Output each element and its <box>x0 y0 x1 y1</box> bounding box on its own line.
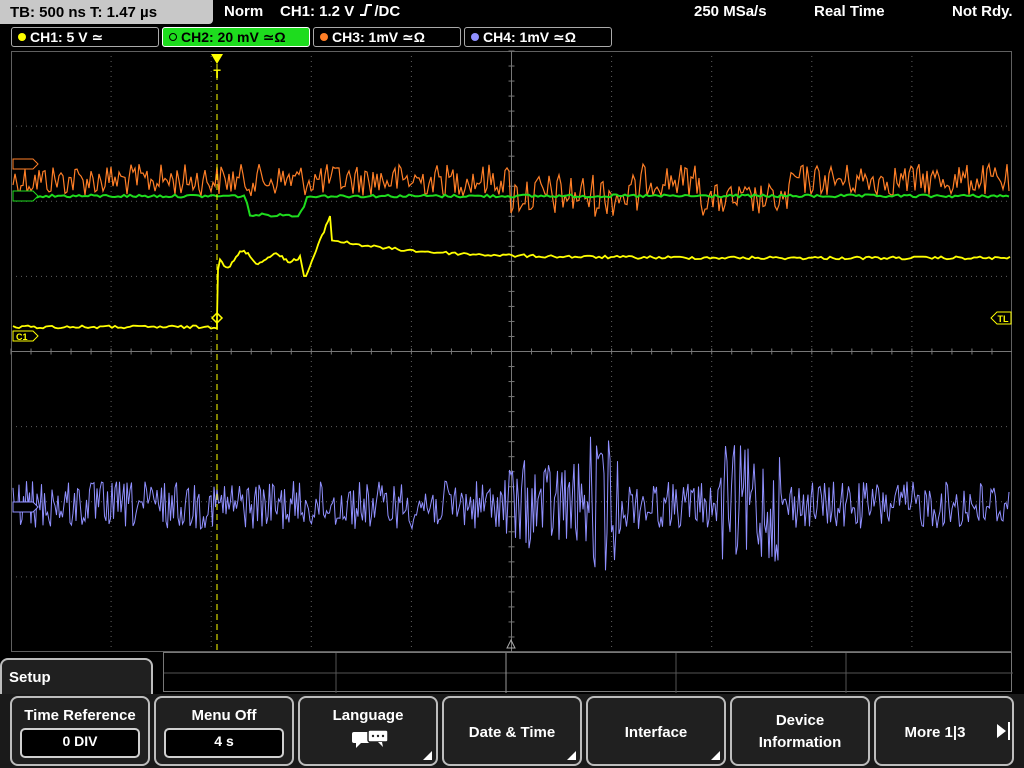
trigger-level-label: TL <box>998 314 1009 324</box>
interface-softkey[interactable]: Interface <box>586 696 726 766</box>
trigger-position-marker[interactable]: T <box>211 54 223 652</box>
date-time-label: Date & Time <box>468 724 556 741</box>
more-softkey[interactable]: More 1|3 <box>874 696 1014 766</box>
menu-off-softkey[interactable]: Menu Off 4 s <box>154 696 294 766</box>
ch1-offset-label: C1 <box>16 332 28 342</box>
speech-bubbles-icon <box>352 729 389 748</box>
submenu-indicator-icon <box>423 751 432 760</box>
time-reference-softkey[interactable]: Time Reference 0 DIV <box>10 696 150 766</box>
ch3-offset-marker[interactable] <box>12 158 39 170</box>
submenu-indicator-icon <box>567 751 576 760</box>
interface-label: Interface <box>624 724 688 741</box>
trigger-level-marker[interactable]: TL <box>990 311 1012 325</box>
date-time-softkey[interactable]: Date & Time <box>442 696 582 766</box>
menu-off-label: Menu Off <box>191 707 257 724</box>
language-label: Language <box>332 707 404 724</box>
page-arrow-bar-icon <box>1008 722 1010 740</box>
more-label: More 1|3 <box>904 724 966 741</box>
device-information-label-line1: Device <box>775 712 825 729</box>
menu-off-value: 4 s <box>164 728 284 758</box>
device-information-softkey[interactable]: Device Information <box>730 696 870 766</box>
zoom-strip <box>163 652 1013 693</box>
time-reference-value: 0 DIV <box>20 728 140 758</box>
menu-title: Setup <box>0 658 153 698</box>
time-reference-label: Time Reference <box>24 707 136 724</box>
language-softkey[interactable]: Language <box>298 696 438 766</box>
ch1-offset-marker[interactable]: C1 <box>12 330 39 342</box>
trigger-pos-label: T <box>213 67 221 81</box>
submenu-indicator-icon <box>711 751 720 760</box>
device-information-label-line2: Information <box>758 734 842 751</box>
next-page-arrow-icon <box>997 724 1006 738</box>
ch4-offset-marker[interactable] <box>12 501 39 513</box>
graticule <box>10 50 1012 652</box>
ch2-offset-marker[interactable] <box>12 190 39 202</box>
